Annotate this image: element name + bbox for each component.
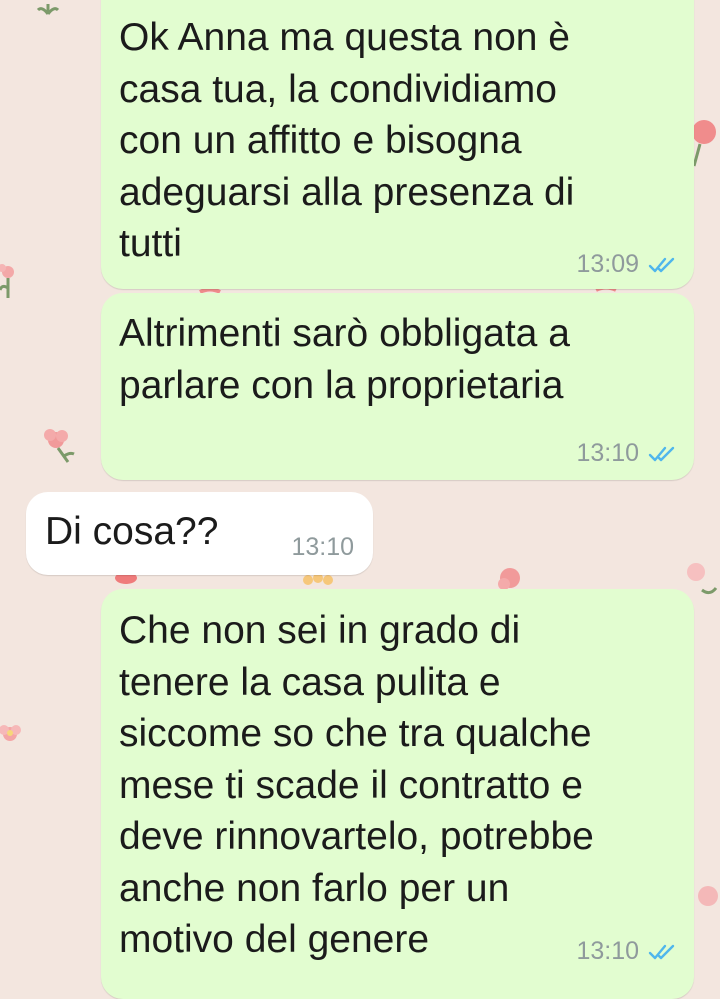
flower-icon xyxy=(0,264,14,298)
message-bubble-outgoing[interactable]: Che non sei in grado di tenere la casa p… xyxy=(101,589,694,999)
flower-icon xyxy=(0,725,21,741)
flower-icon xyxy=(692,120,716,167)
message-time: 13:09 xyxy=(576,250,639,278)
message-meta: 13:09 xyxy=(576,250,678,279)
message-text: Altrimenti sarò obbligata a parlare con … xyxy=(119,312,570,407)
flower-icon xyxy=(498,568,520,590)
message-meta: 13:10 xyxy=(576,439,678,468)
double-check-icon xyxy=(648,445,678,463)
flower-icon xyxy=(36,4,60,15)
message-time: 13:10 xyxy=(576,937,639,965)
message-time: 13:10 xyxy=(291,533,354,561)
message-bubble-outgoing[interactable]: Ok Anna ma questa non è casa tua, la con… xyxy=(101,0,694,289)
double-check-icon xyxy=(648,943,678,961)
flower-icon xyxy=(698,886,718,906)
flower-icon xyxy=(44,429,75,463)
message-text: Ok Anna ma questa non è casa tua, la con… xyxy=(119,16,575,265)
flower-icon xyxy=(687,563,718,595)
double-check-icon xyxy=(648,256,678,274)
message-meta: 13:10 xyxy=(576,937,678,966)
message-bubble-incoming[interactable]: Di cosa?? 13:10 xyxy=(26,492,373,575)
message-bubble-outgoing[interactable]: Altrimenti sarò obbligata a parlare con … xyxy=(101,293,694,480)
message-meta: 13:10 xyxy=(291,533,354,562)
message-text: Che non sei in grado di tenere la casa p… xyxy=(119,609,594,961)
message-time: 13:10 xyxy=(576,439,639,467)
message-text: Di cosa?? xyxy=(45,510,219,553)
flower-icon xyxy=(199,287,221,294)
